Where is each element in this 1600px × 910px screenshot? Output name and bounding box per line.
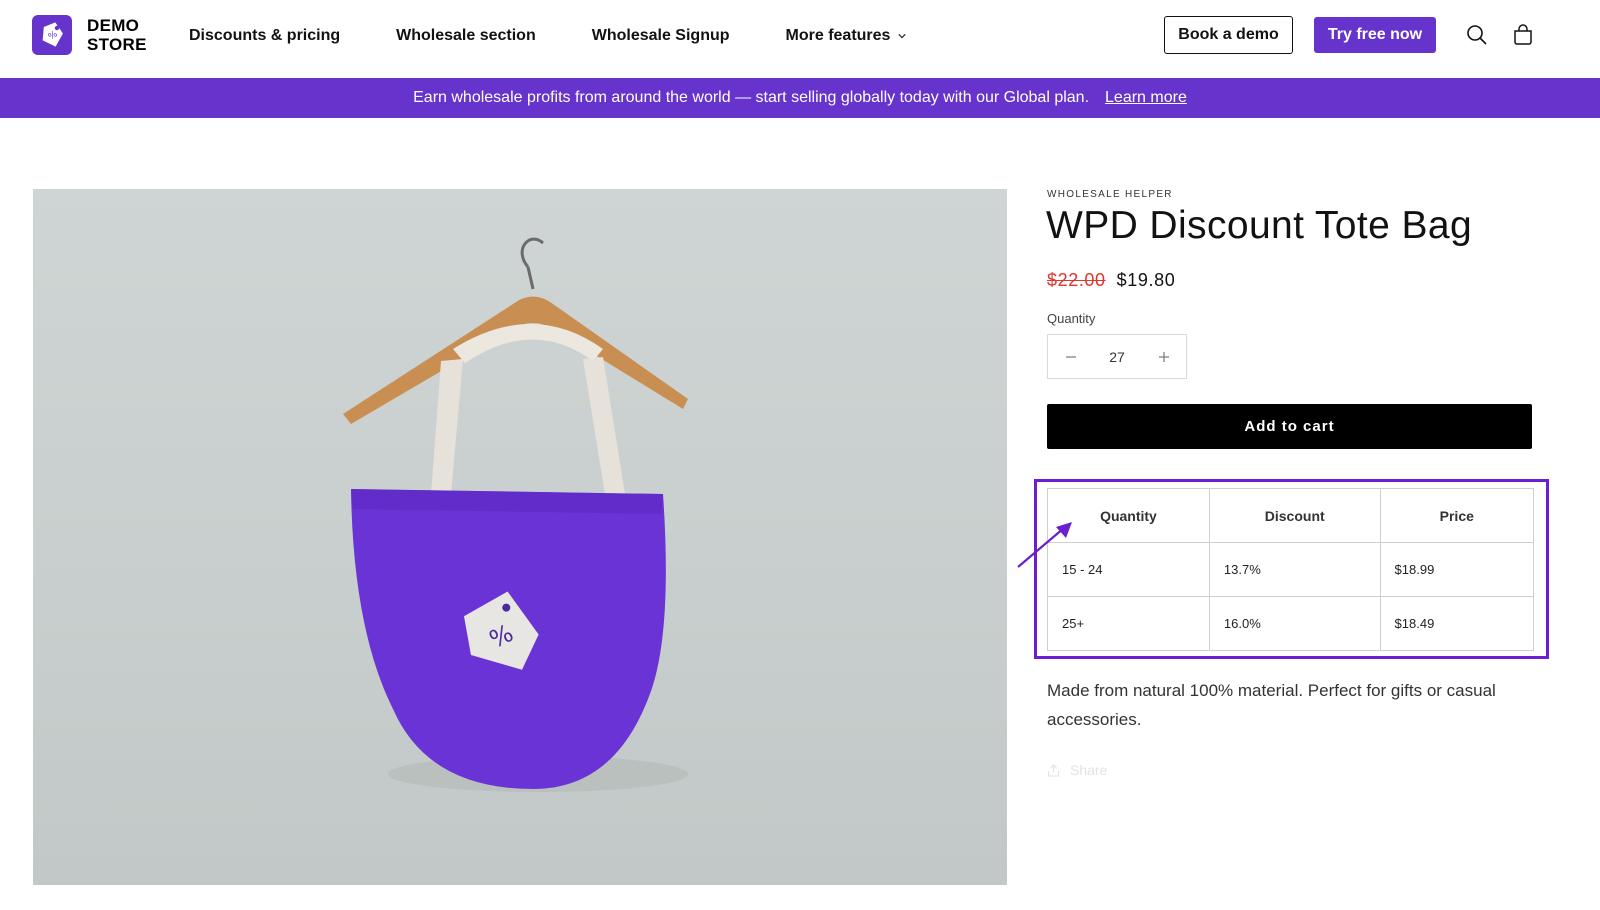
quantity-input[interactable]: [1093, 348, 1141, 365]
annotation-arrow-icon: [1017, 522, 1072, 568]
volume-discount-table: Quantity Discount Price 15 - 24 13.7% $1…: [1047, 488, 1535, 651]
product-image[interactable]: %: [33, 189, 1007, 885]
nav-more-features[interactable]: More features: [786, 27, 907, 45]
price-tag-logo-icon: %: [32, 15, 72, 55]
sale-price: $19.80: [1116, 270, 1176, 290]
share-label: Share: [1070, 762, 1108, 778]
add-to-cart-button[interactable]: Add to cart: [1047, 404, 1532, 449]
price-row: $22.00 $19.80: [1047, 270, 1175, 291]
row-price: $18.99: [1379, 542, 1535, 597]
main-nav: Discounts & pricing Wholesale section Wh…: [189, 27, 962, 45]
product-title: WPD Discount Tote Bag: [1046, 204, 1473, 247]
table-header-row: Quantity Discount Price: [1047, 488, 1535, 543]
quantity-stepper: [1047, 334, 1187, 379]
chevron-down-icon: [898, 34, 907, 39]
share-button[interactable]: Share: [1047, 762, 1107, 778]
site-header: % DEMO STORE Discounts & pricing Wholesa…: [0, 0, 1600, 78]
quantity-label: Quantity: [1047, 311, 1096, 326]
nav-wholesale-signup[interactable]: Wholesale Signup: [592, 27, 730, 45]
row-price: $18.49: [1379, 596, 1535, 651]
quantity-increase-button[interactable]: [1141, 334, 1186, 379]
share-icon: [1047, 763, 1060, 777]
row-discount: 16.0%: [1208, 596, 1381, 651]
nav-discounts-pricing[interactable]: Discounts & pricing: [189, 27, 340, 45]
banner-text: Earn wholesale profits from around the w…: [413, 89, 1090, 106]
store-name: DEMO STORE: [87, 16, 147, 54]
original-price: $22.00: [1047, 270, 1106, 290]
table-row: 25+ 16.0% $18.49: [1047, 596, 1535, 651]
plus-icon: [1158, 351, 1169, 362]
try-free-button[interactable]: Try free now: [1314, 17, 1436, 53]
quantity-decrease-button[interactable]: [1048, 334, 1093, 379]
product-vendor: WHOLESALE HELPER: [1047, 189, 1173, 200]
tote-bag-illustration: %: [343, 237, 688, 792]
nav-wholesale-section[interactable]: Wholesale section: [396, 27, 536, 45]
row-discount: 13.7%: [1208, 542, 1381, 597]
cart-icon[interactable]: [1511, 23, 1535, 47]
book-demo-button[interactable]: Book a demo: [1164, 16, 1293, 54]
table-row: 15 - 24 13.7% $18.99: [1047, 542, 1535, 597]
search-icon[interactable]: [1466, 24, 1488, 46]
minus-icon: [1065, 355, 1076, 358]
product-description: Made from natural 100% material. Perfect…: [1047, 681, 1496, 729]
header-price: Price: [1379, 488, 1535, 543]
header-discount: Discount: [1208, 488, 1381, 543]
store-logo[interactable]: % DEMO STORE: [32, 15, 147, 55]
learn-more-link[interactable]: Learn more: [1105, 89, 1187, 107]
row-quantity: 25+: [1047, 596, 1210, 651]
announcement-banner: Earn wholesale profits from around the w…: [0, 78, 1600, 118]
